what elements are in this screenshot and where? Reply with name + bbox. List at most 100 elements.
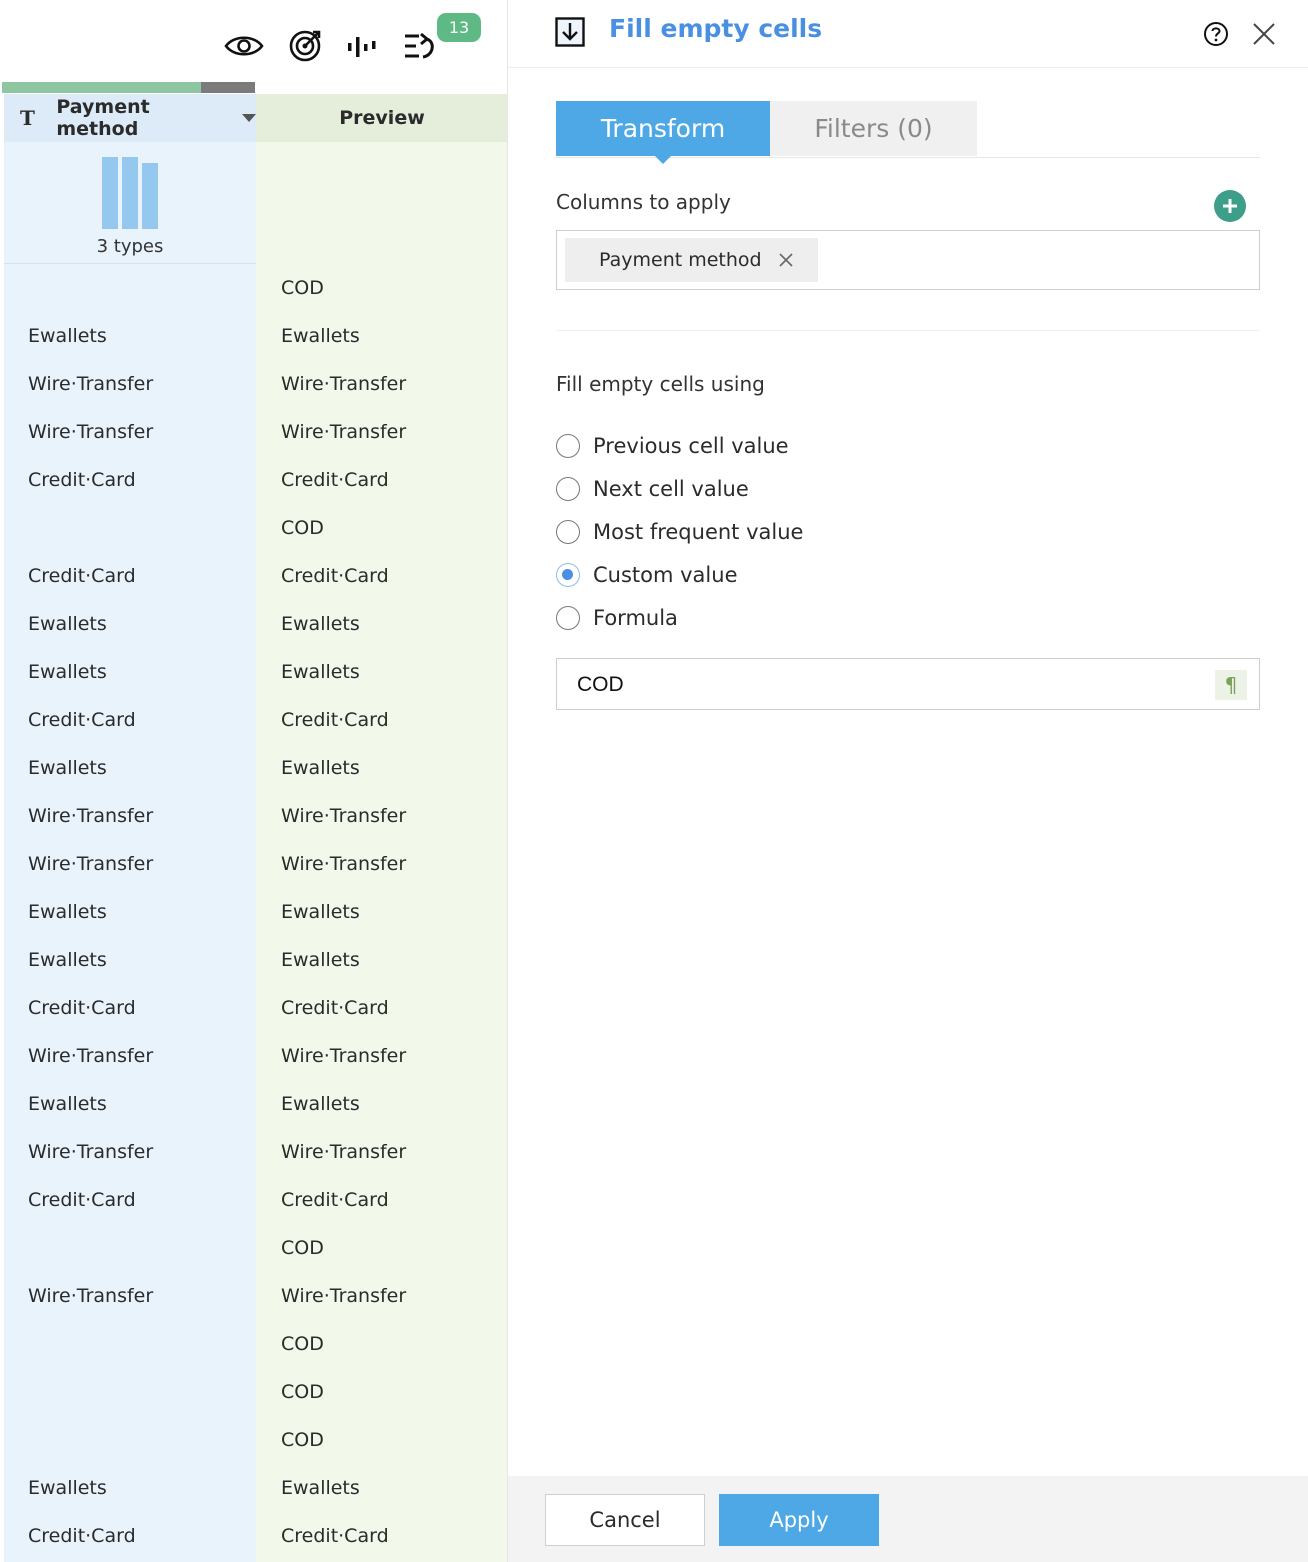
preview-cell: Ewallets: [281, 325, 360, 347]
preview-cell: Credit·Card: [281, 1525, 389, 1547]
active-tab-notch: [655, 156, 671, 164]
preview-cell: Wire·Transfer: [281, 1285, 407, 1307]
data-grid-area: 13 T Payment method Preview 3 types COD E…: [0, 0, 508, 1562]
panel-title: Fill empty cells: [609, 14, 823, 43]
source-cell[interactable]: Ewallets: [28, 1476, 107, 1500]
source-cell[interactable]: Credit·Card: [28, 1188, 136, 1212]
source-cell[interactable]: Wire·Transfer: [28, 372, 153, 396]
profile-bar: [102, 157, 118, 229]
grid-toolbar: 13: [0, 0, 508, 82]
source-cell[interactable]: Wire·Transfer: [28, 1044, 153, 1068]
panel-header: Fill empty cells: [508, 0, 1308, 68]
source-cell[interactable]: Credit·Card: [28, 564, 136, 588]
source-cell[interactable]: Wire·Transfer: [28, 420, 153, 444]
cancel-button[interactable]: Cancel: [545, 1494, 705, 1546]
add-column-button[interactable]: [1214, 190, 1246, 222]
preview-cell: Wire·Transfer: [281, 1045, 407, 1067]
column-quality-bar-empty: [201, 82, 255, 93]
preview-column-header: Preview: [256, 94, 508, 142]
column-profile[interactable]: 3 types: [4, 142, 256, 264]
preview-cell: Wire·Transfer: [281, 805, 407, 827]
tab-transform[interactable]: Transform: [556, 101, 770, 164]
source-cell[interactable]: Ewallets: [28, 948, 107, 972]
panel-footer: Cancel Apply: [508, 1476, 1308, 1562]
panel-tabs: Transform Filters (0): [556, 101, 1260, 164]
chart-icon[interactable]: [342, 26, 382, 66]
profile-bar: [142, 163, 158, 229]
preview-cell: Ewallets: [281, 757, 360, 779]
radio-most-frequent-value[interactable]: [556, 520, 580, 544]
option-label: Previous cell value: [593, 434, 789, 458]
eye-icon[interactable]: [224, 26, 264, 66]
option-label: Next cell value: [593, 477, 749, 501]
option-next-cell-value[interactable]: Next cell value: [556, 474, 749, 504]
preview-cell: COD: [281, 1333, 324, 1355]
radio-formula[interactable]: [556, 606, 580, 630]
source-column-name: Payment method: [56, 96, 150, 140]
option-label: Most frequent value: [593, 520, 804, 544]
profile-bar: [122, 157, 138, 229]
tab-transform-label: Transform: [600, 114, 726, 143]
source-column: [4, 94, 256, 1562]
history-icon[interactable]: [399, 26, 439, 66]
source-cell[interactable]: Ewallets: [28, 756, 107, 780]
preview-cell: Ewallets: [281, 1093, 360, 1115]
radio-custom-value[interactable]: [556, 563, 580, 587]
source-cell[interactable]: Ewallets: [28, 1092, 107, 1116]
custom-value-field[interactable]: ¶: [556, 658, 1260, 710]
source-cell[interactable]: Ewallets: [28, 660, 107, 684]
preview-cell: Credit·Card: [281, 997, 389, 1019]
apply-button[interactable]: Apply: [719, 1494, 879, 1546]
text-type-icon: T: [20, 106, 35, 130]
profile-types-label: 3 types: [96, 236, 164, 257]
preview-cell: Credit·Card: [281, 469, 389, 491]
radio-previous-cell-value[interactable]: [556, 434, 580, 458]
option-label: Formula: [593, 606, 678, 630]
option-custom-value[interactable]: Custom value: [556, 560, 738, 590]
columns-selector[interactable]: Payment method: [556, 230, 1260, 290]
source-cell[interactable]: Wire·Transfer: [28, 852, 153, 876]
chevron-down-icon[interactable]: [242, 114, 256, 122]
source-cell[interactable]: Ewallets: [28, 900, 107, 924]
source-cell[interactable]: Wire·Transfer: [28, 804, 153, 828]
custom-value-input[interactable]: [577, 671, 1197, 699]
pilcrow-icon[interactable]: ¶: [1215, 670, 1247, 700]
preview-cell: COD: [281, 1381, 324, 1403]
preview-cell: Credit·Card: [281, 709, 389, 731]
preview-cell: Credit·Card: [281, 565, 389, 587]
option-label: Custom value: [593, 563, 738, 587]
preview-cell: COD: [281, 277, 324, 299]
preview-cell: Wire·Transfer: [281, 373, 407, 395]
source-cell[interactable]: Wire·Transfer: [28, 1284, 153, 1308]
source-cell[interactable]: Wire·Transfer: [28, 1140, 153, 1164]
option-most-frequent-value[interactable]: Most frequent value: [556, 517, 803, 547]
close-icon[interactable]: [1251, 21, 1277, 47]
preview-cell: Ewallets: [281, 949, 360, 971]
source-cell[interactable]: Credit·Card: [28, 708, 136, 732]
target-icon[interactable]: [285, 26, 325, 66]
preview-cell: COD: [281, 517, 324, 539]
preview-cell: COD: [281, 1237, 324, 1259]
fill-method-label: Fill empty cells using: [556, 372, 765, 396]
source-cell[interactable]: Ewallets: [28, 324, 107, 348]
fill-empty-cells-panel: Fill empty cells Transform Filters (0) C…: [508, 0, 1308, 1562]
source-cell[interactable]: Credit·Card: [28, 1524, 136, 1548]
columns-to-apply-label: Columns to apply: [556, 190, 731, 214]
preview-cell: Ewallets: [281, 901, 360, 923]
source-column-header[interactable]: T Payment method: [4, 94, 256, 142]
remove-column-icon[interactable]: [778, 252, 794, 268]
preview-cell: COD: [281, 1429, 324, 1451]
option-formula[interactable]: Formula: [556, 603, 678, 633]
source-cell[interactable]: Credit·Card: [28, 996, 136, 1020]
source-cell[interactable]: Ewallets: [28, 612, 107, 636]
radio-next-cell-value[interactable]: [556, 477, 580, 501]
source-cell[interactable]: Credit·Card: [28, 468, 136, 492]
plus-icon: [1223, 199, 1237, 213]
help-icon[interactable]: [1203, 21, 1229, 47]
option-previous-cell-value[interactable]: Previous cell value: [556, 431, 789, 461]
fill-down-icon: [555, 17, 585, 47]
preview-cell: Wire·Transfer: [281, 1141, 407, 1163]
preview-cell: Credit·Card: [281, 1189, 389, 1211]
tab-filters[interactable]: Filters (0): [770, 101, 977, 156]
preview-cell: Ewallets: [281, 661, 360, 683]
